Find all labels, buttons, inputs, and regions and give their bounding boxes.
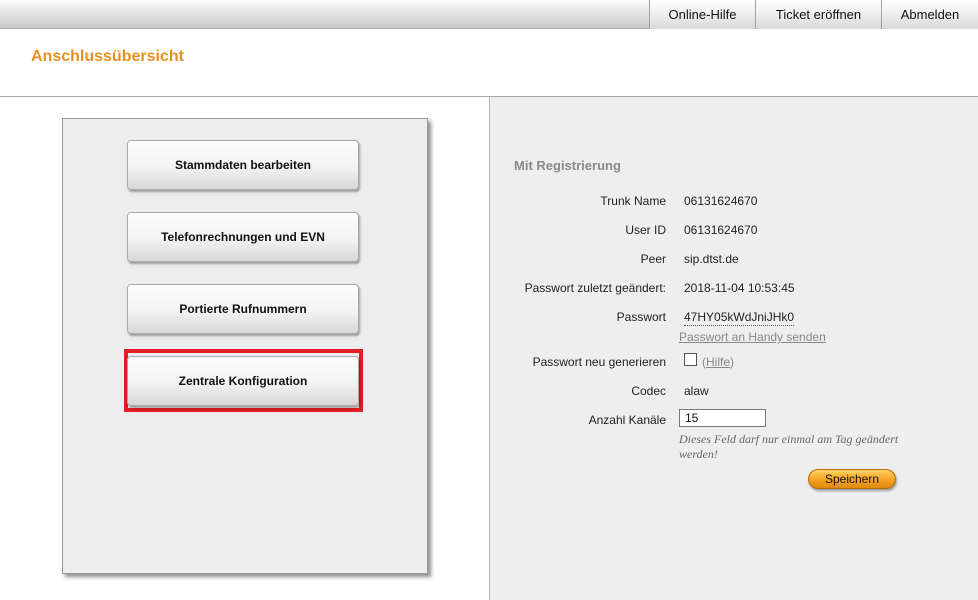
password-changed-value: 2018-11-04 10:53:45 <box>684 281 795 295</box>
central-configuration-button[interactable]: Zentrale Konfiguration <box>127 356 359 406</box>
phone-bills-button[interactable]: Telefonrechnungen und EVN <box>127 212 359 262</box>
send-password-sms-link[interactable]: Passwort an Handy senden <box>679 330 826 344</box>
channels-input[interactable] <box>679 409 766 427</box>
ported-numbers-button[interactable]: Portierte Rufnummern <box>127 284 359 334</box>
password-value: 47HY05kWdJniJHk0 <box>684 310 795 326</box>
left-panel: Stammdaten bearbeiten Telefonrechnungen … <box>0 97 489 600</box>
peer-label: Peer <box>640 252 666 266</box>
regenerate-password-label: Passwort neu generieren <box>532 355 666 369</box>
open-ticket-link[interactable]: Ticket eröffnen <box>755 0 881 29</box>
channels-label: Anzahl Kanäle <box>588 413 666 427</box>
regenerate-password-checkbox[interactable] <box>684 353 697 366</box>
codec-label: Codec <box>631 384 666 398</box>
user-id-label: User ID <box>625 223 666 237</box>
edit-master-data-button[interactable]: Stammdaten bearbeiten <box>127 140 359 190</box>
section-title: Mit Registrierung <box>514 158 621 173</box>
page-header: Anschlussübersicht <box>0 29 978 97</box>
help-close-paren: ) <box>730 355 735 369</box>
save-button[interactable]: Speichern <box>808 469 896 489</box>
user-id-value: 06131624670 <box>684 223 758 237</box>
online-help-link[interactable]: Online-Hilfe <box>649 0 755 29</box>
menu-card: Stammdaten bearbeiten Telefonrechnungen … <box>62 118 428 574</box>
regenerate-help-link[interactable]: Hilfe <box>706 355 730 369</box>
page-title: Anschlussübersicht <box>31 48 184 65</box>
top-nav-links: Online-Hilfe Ticket eröffnen Abmelden <box>649 0 978 29</box>
channels-note: Dieses Feld darf nur einmal am Tag geänd… <box>679 432 899 461</box>
trunk-name-label: Trunk Name <box>600 194 666 208</box>
peer-value: sip.dtst.de <box>684 252 739 266</box>
trunk-details-panel: Mit Registrierung Trunk Name 06131624670… <box>489 97 978 600</box>
password-label: Passwort <box>616 310 666 324</box>
top-nav-bar: Online-Hilfe Ticket eröffnen Abmelden <box>0 0 978 29</box>
password-changed-label: Passwort zuletzt geändert: <box>524 281 666 295</box>
codec-value: alaw <box>684 384 709 398</box>
logout-link[interactable]: Abmelden <box>881 0 978 29</box>
help-link-group: (Hilfe) <box>702 355 734 369</box>
trunk-name-value: 06131624670 <box>684 194 758 208</box>
